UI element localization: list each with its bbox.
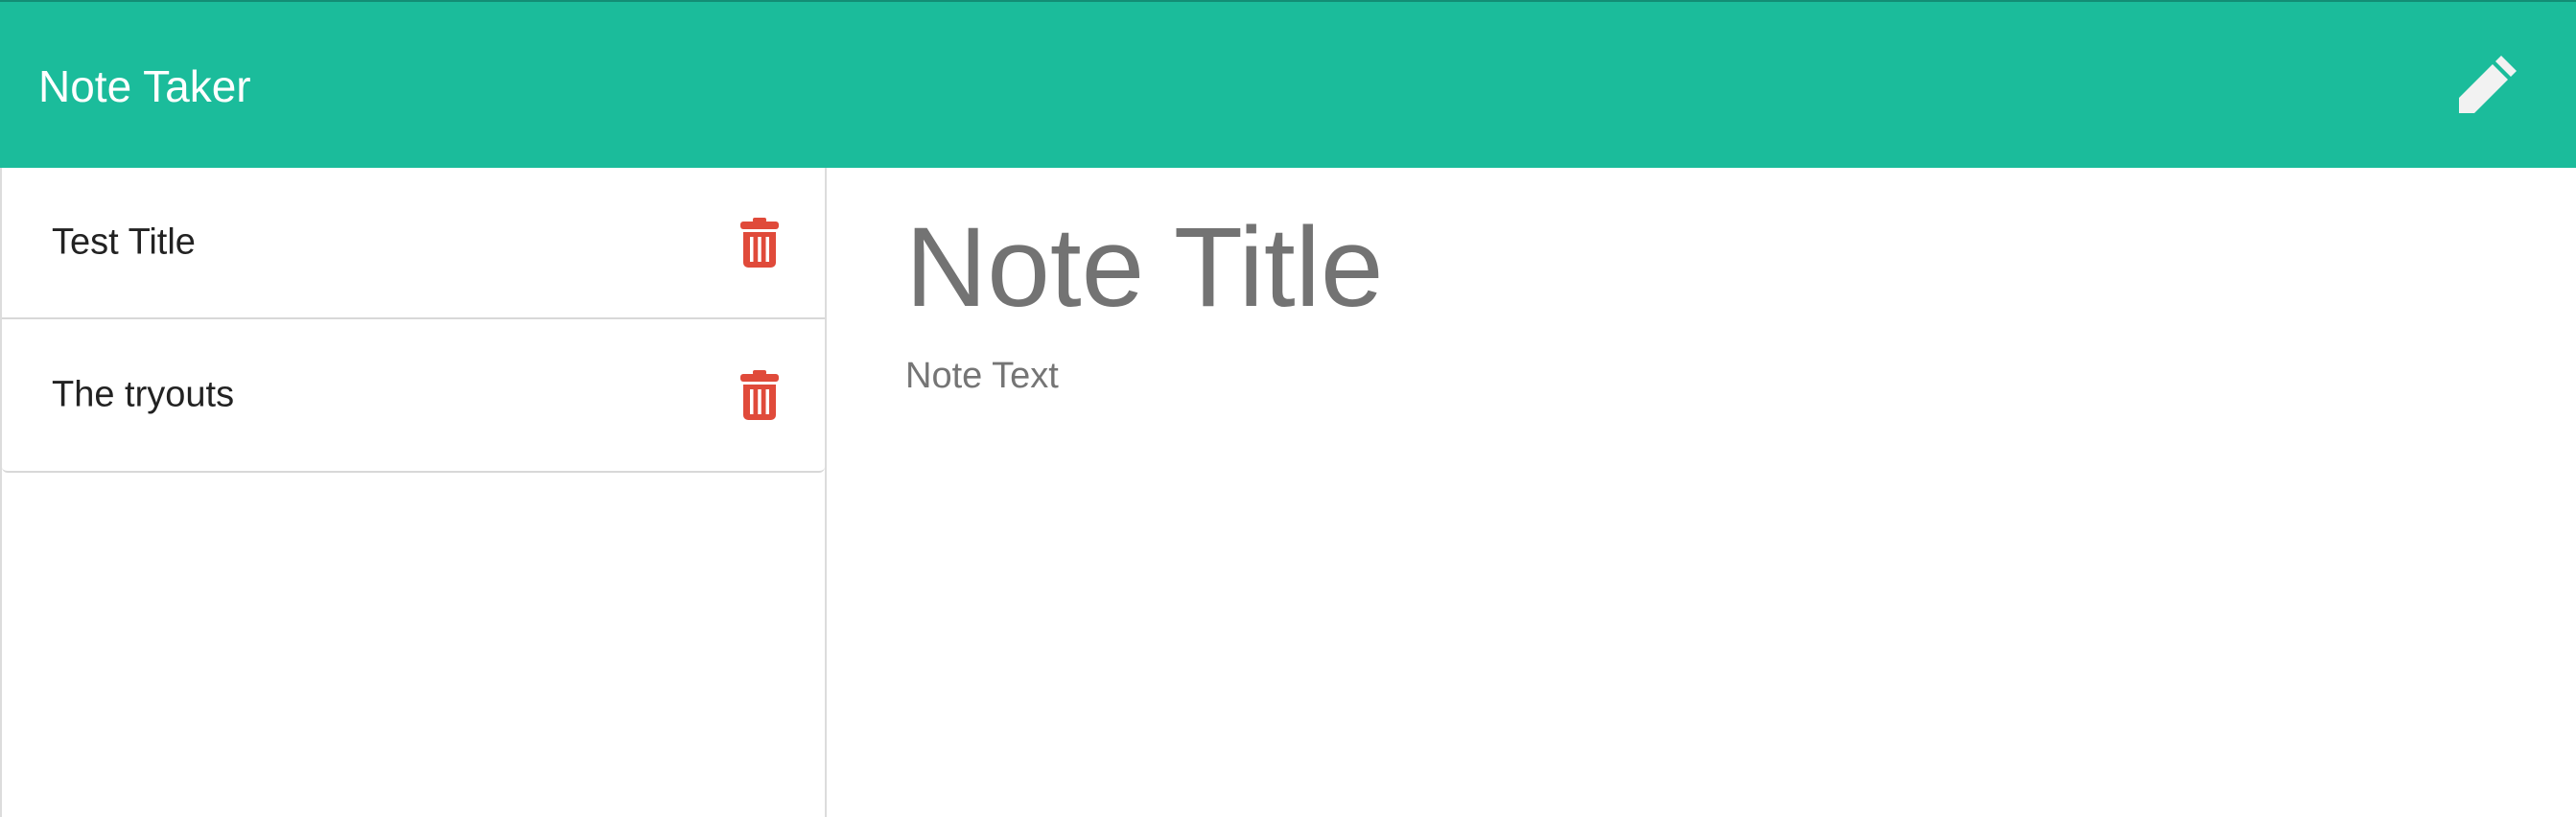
note-title-input[interactable] bbox=[903, 200, 2534, 335]
note-item-title[interactable]: The tryouts bbox=[52, 375, 234, 416]
delete-note-button[interactable] bbox=[740, 218, 779, 268]
note-list: Test Title The tryouts bbox=[2, 168, 825, 473]
delete-note-button[interactable] bbox=[740, 370, 779, 420]
trash-icon bbox=[740, 218, 779, 268]
navbar: Note Taker bbox=[0, 0, 2576, 168]
pencil-icon bbox=[2459, 56, 2517, 113]
list-item[interactable]: The tryouts bbox=[2, 319, 825, 471]
brand-title[interactable]: Note Taker bbox=[38, 58, 251, 115]
note-item-title[interactable]: Test Title bbox=[52, 222, 196, 264]
note-text-input[interactable] bbox=[903, 356, 2534, 778]
notes-sidebar: Test Title The tryouts bbox=[0, 168, 827, 817]
new-note-button[interactable] bbox=[2453, 50, 2522, 119]
note-editor bbox=[829, 168, 2576, 817]
trash-icon bbox=[740, 370, 779, 420]
list-item[interactable]: Test Title bbox=[2, 168, 825, 319]
